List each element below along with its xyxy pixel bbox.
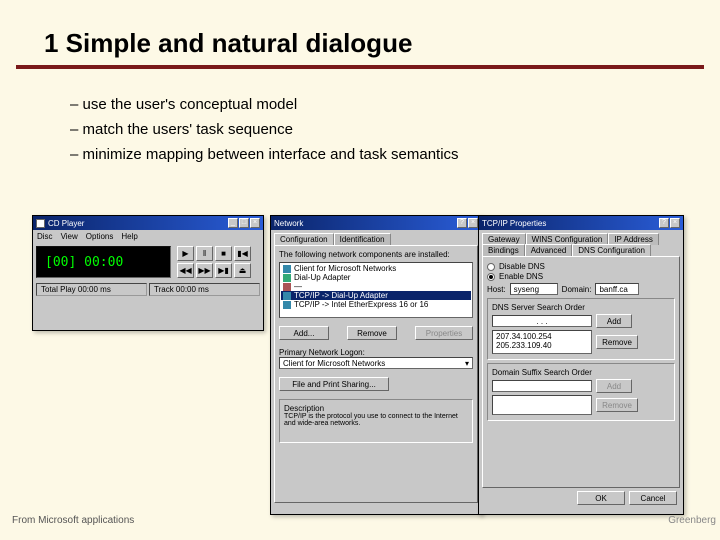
play-button[interactable]: ▶ <box>177 246 194 261</box>
statusbar: Total Play 00:00 ms Track 00:00 ms <box>33 281 263 298</box>
description-text: TCP/IP is the protocol you use to connec… <box>284 413 468 427</box>
minimize-button[interactable]: _ <box>228 218 238 228</box>
slide-title: 1 Simple and natural dialogue <box>16 0 704 69</box>
remove-button[interactable]: Remove <box>596 335 638 349</box>
dropdown-icon: ▾ <box>465 359 469 367</box>
host-label: Host: <box>487 285 506 294</box>
bullet-item: use the user's conceptual model <box>70 93 720 118</box>
add-button[interactable]: Add... <box>279 326 329 340</box>
add-button[interactable]: Add <box>596 314 632 328</box>
adapter-icon <box>283 274 291 282</box>
enable-dns-radio[interactable]: Enable DNS <box>487 272 675 281</box>
window-title: CD Player <box>48 219 84 228</box>
prev-track-button[interactable]: ▮◀ <box>234 246 251 261</box>
window-title: Network <box>274 219 303 228</box>
menu-help[interactable]: Help <box>121 232 137 241</box>
network-window: Network ? × Configuration Identification… <box>270 215 482 515</box>
window-title: TCP/IP Properties <box>482 219 546 228</box>
radio-label: Enable DNS <box>499 272 543 281</box>
remove-button[interactable]: Remove <box>347 326 397 340</box>
tab-bindings[interactable]: Bindings <box>482 244 525 256</box>
stop-button[interactable]: ■ <box>215 246 232 261</box>
suffix-input[interactable] <box>492 380 592 392</box>
logon-select[interactable]: Client for Microsoft Networks ▾ <box>279 357 473 369</box>
suffix-search-label: Domain Suffix Search Order <box>492 368 592 377</box>
ip-input[interactable]: . . . <box>492 315 592 327</box>
ffwd-button[interactable]: ▶▶ <box>196 263 213 278</box>
maximize-button[interactable]: □ <box>239 218 249 228</box>
help-button[interactable]: ? <box>659 218 669 228</box>
components-label: The following network components are ins… <box>279 250 473 259</box>
domain-label: Domain: <box>562 285 592 294</box>
description-label: Description <box>284 404 324 413</box>
bullet-item: minimize mapping between interface and t… <box>70 143 720 168</box>
list-item[interactable]: — <box>294 282 302 291</box>
adapter-icon <box>283 283 291 291</box>
titlebar: Network ? × <box>271 216 481 230</box>
list-item[interactable]: TCP/IP -> Intel EtherExpress 16 or 16 <box>294 300 428 309</box>
host-input[interactable]: syseng <box>510 283 558 295</box>
help-button[interactable]: ? <box>457 218 467 228</box>
dns-server-list[interactable]: 207.34.100.254 205.233.109.40 <box>492 330 592 354</box>
disable-dns-radio[interactable]: Disable DNS <box>487 262 675 271</box>
bullet-item: match the users' task sequence <box>70 118 720 143</box>
next-track-button[interactable]: ▶▮ <box>215 263 232 278</box>
disc-icon <box>36 219 45 228</box>
cancel-button[interactable]: Cancel <box>629 491 677 505</box>
tab-configuration[interactable]: Configuration <box>274 233 334 245</box>
remove-button: Remove <box>596 398 638 412</box>
menu-disc[interactable]: Disc <box>37 232 53 241</box>
close-button[interactable]: × <box>468 218 478 228</box>
logon-label: Primary Network Logon: <box>279 348 473 357</box>
list-item[interactable]: Client for Microsoft Networks <box>294 264 396 273</box>
footer-author: Greenberg <box>668 515 716 526</box>
tab-dns[interactable]: DNS Configuration <box>572 244 651 256</box>
titlebar: TCP/IP Properties ? × <box>479 216 683 230</box>
client-icon <box>283 265 291 273</box>
ok-button[interactable]: OK <box>577 491 625 505</box>
rewind-button[interactable]: ◀◀ <box>177 263 194 278</box>
pause-button[interactable]: ‖ <box>196 246 213 261</box>
list-item[interactable]: 205.233.109.40 <box>494 341 590 350</box>
titlebar: CD Player _ □ × <box>33 216 263 230</box>
list-item[interactable]: TCP/IP -> Dial-Up Adapter <box>294 291 388 300</box>
radio-icon <box>487 263 495 271</box>
tab-advanced[interactable]: Advanced <box>525 244 573 256</box>
close-button[interactable]: × <box>250 218 260 228</box>
eject-button[interactable]: ⏏ <box>234 263 251 278</box>
menu-options[interactable]: Options <box>86 232 114 241</box>
time-display: [00] 00:00 <box>36 246 171 278</box>
status-total: Total Play 00:00 ms <box>36 283 147 296</box>
radio-label: Disable DNS <box>499 262 545 271</box>
protocol-icon <box>283 292 291 300</box>
components-list[interactable]: Client for Microsoft Networks Dial-Up Ad… <box>279 262 473 318</box>
close-button[interactable]: × <box>670 218 680 228</box>
tcpip-window: TCP/IP Properties ? × Gateway WINS Confi… <box>478 215 684 515</box>
status-track: Track 00:00 ms <box>149 283 260 296</box>
logon-value: Client for Microsoft Networks <box>283 359 385 367</box>
list-item[interactable]: 207.34.100.254 <box>494 332 590 341</box>
menubar: Disc View Options Help <box>33 230 263 243</box>
menu-view[interactable]: View <box>61 232 78 241</box>
tab-identification[interactable]: Identification <box>334 233 391 245</box>
suffix-list[interactable] <box>492 395 592 415</box>
list-item[interactable]: Dial-Up Adapter <box>294 273 350 282</box>
domain-input[interactable]: banff.ca <box>595 283 639 295</box>
properties-button: Properties <box>415 326 473 340</box>
bullet-list: use the user's conceptual model match th… <box>70 93 720 167</box>
footer-source: From Microsoft applications <box>12 515 134 526</box>
add-button: Add <box>596 379 632 393</box>
cdplayer-window: CD Player _ □ × Disc View Options Help [… <box>32 215 264 331</box>
protocol-icon <box>283 301 291 309</box>
file-print-sharing-button[interactable]: File and Print Sharing... <box>279 377 389 391</box>
radio-icon <box>487 273 495 281</box>
dns-search-label: DNS Server Search Order <box>492 303 585 312</box>
